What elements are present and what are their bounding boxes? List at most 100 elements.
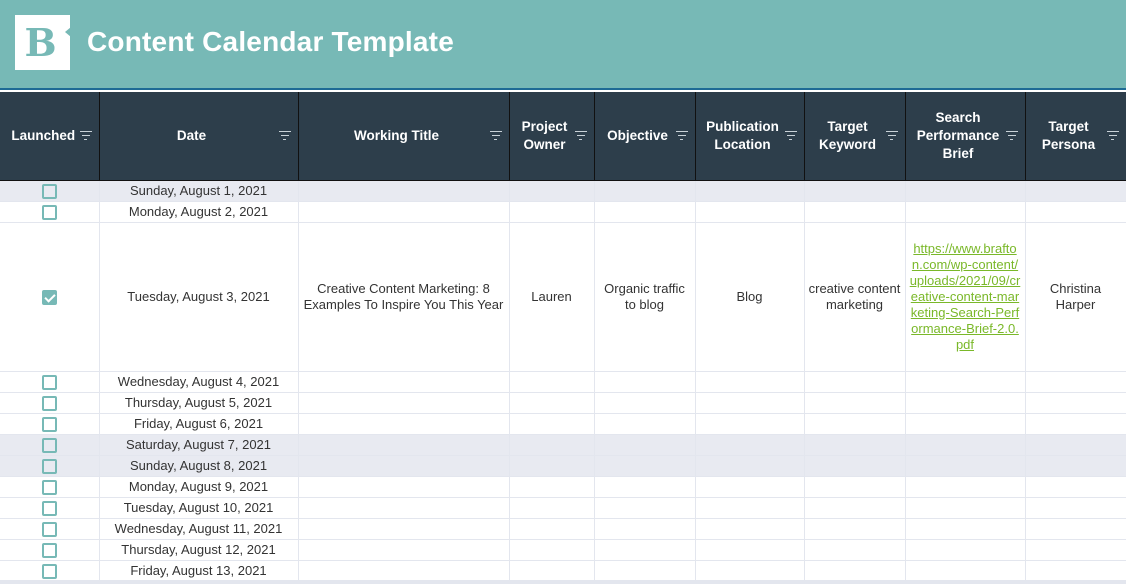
- date-cell[interactable]: Saturday, August 7, 2021: [99, 434, 299, 456]
- search-performance-brief-cell[interactable]: [905, 392, 1026, 414]
- working-title-cell[interactable]: [298, 497, 510, 519]
- publication-location-cell[interactable]: [695, 560, 805, 582]
- launched-checkbox-checked[interactable]: [41, 289, 57, 305]
- search-performance-brief-cell[interactable]: [905, 497, 1026, 519]
- target-keyword-cell[interactable]: [804, 476, 906, 498]
- target-keyword-cell[interactable]: [804, 497, 906, 519]
- launched-checkbox[interactable]: [41, 521, 57, 537]
- launched-checkbox[interactable]: [41, 183, 57, 199]
- target-persona-cell[interactable]: Christina Harper: [1025, 222, 1126, 372]
- date-cell[interactable]: Sunday, August 8, 2021: [99, 455, 299, 477]
- objective-cell[interactable]: [594, 434, 696, 456]
- search-performance-brief-link[interactable]: https://www.brafton.com/wp-content/uploa…: [910, 241, 1021, 352]
- publication-location-cell[interactable]: [695, 518, 805, 540]
- search-performance-brief-cell[interactable]: [905, 434, 1026, 456]
- objective-cell[interactable]: [594, 201, 696, 223]
- objective-cell[interactable]: [594, 476, 696, 498]
- search-performance-brief-cell[interactable]: [905, 476, 1026, 498]
- column-header-objective[interactable]: Objective: [594, 92, 696, 181]
- project-owner-cell[interactable]: [509, 539, 595, 561]
- objective-cell[interactable]: [594, 560, 696, 582]
- date-cell[interactable]: Wednesday, August 4, 2021: [99, 371, 299, 393]
- publication-location-cell[interactable]: [695, 392, 805, 414]
- objective-cell[interactable]: [594, 180, 696, 202]
- search-performance-brief-cell[interactable]: [905, 518, 1026, 540]
- launched-checkbox[interactable]: [41, 479, 57, 495]
- column-header-target-persona[interactable]: Target Persona: [1025, 92, 1126, 181]
- working-title-cell[interactable]: [298, 371, 510, 393]
- objective-cell[interactable]: [594, 539, 696, 561]
- publication-location-cell[interactable]: [695, 180, 805, 202]
- launched-checkbox[interactable]: [41, 374, 57, 390]
- target-keyword-cell[interactable]: [804, 455, 906, 477]
- target-keyword-cell[interactable]: [804, 413, 906, 435]
- launched-checkbox[interactable]: [41, 563, 57, 579]
- target-keyword-cell[interactable]: creative content marketing: [804, 222, 906, 372]
- project-owner-cell[interactable]: [509, 392, 595, 414]
- launched-checkbox[interactable]: [41, 458, 57, 474]
- objective-cell[interactable]: [594, 497, 696, 519]
- filter-icon[interactable]: [79, 130, 92, 140]
- launched-checkbox[interactable]: [41, 437, 57, 453]
- target-persona-cell[interactable]: [1025, 392, 1126, 414]
- objective-cell[interactable]: [594, 392, 696, 414]
- date-cell[interactable]: Tuesday, August 10, 2021: [99, 497, 299, 519]
- column-header-working-title[interactable]: Working Title: [298, 92, 510, 181]
- date-cell[interactable]: Sunday, August 1, 2021: [99, 180, 299, 202]
- target-keyword-cell[interactable]: [804, 371, 906, 393]
- objective-cell[interactable]: [594, 371, 696, 393]
- publication-location-cell[interactable]: [695, 201, 805, 223]
- project-owner-cell[interactable]: [509, 497, 595, 519]
- publication-location-cell[interactable]: [695, 455, 805, 477]
- target-persona-cell[interactable]: [1025, 434, 1126, 456]
- filter-icon[interactable]: [278, 130, 291, 140]
- publication-location-cell[interactable]: Blog: [695, 222, 805, 372]
- search-performance-brief-cell[interactable]: [905, 455, 1026, 477]
- publication-location-cell[interactable]: [695, 434, 805, 456]
- date-cell[interactable]: Thursday, August 12, 2021: [99, 539, 299, 561]
- target-keyword-cell[interactable]: [804, 560, 906, 582]
- target-keyword-cell[interactable]: [804, 539, 906, 561]
- working-title-cell[interactable]: [298, 518, 510, 540]
- date-cell[interactable]: Wednesday, August 11, 2021: [99, 518, 299, 540]
- target-keyword-cell[interactable]: [804, 201, 906, 223]
- project-owner-cell[interactable]: [509, 476, 595, 498]
- target-keyword-cell[interactable]: [804, 180, 906, 202]
- target-keyword-cell[interactable]: [804, 392, 906, 414]
- working-title-cell[interactable]: [298, 413, 510, 435]
- project-owner-cell[interactable]: [509, 434, 595, 456]
- search-performance-brief-cell[interactable]: [905, 560, 1026, 582]
- project-owner-cell[interactable]: [509, 518, 595, 540]
- working-title-cell[interactable]: [298, 392, 510, 414]
- target-persona-cell[interactable]: [1025, 476, 1126, 498]
- date-cell[interactable]: Monday, August 9, 2021: [99, 476, 299, 498]
- project-owner-cell[interactable]: [509, 201, 595, 223]
- target-persona-cell[interactable]: [1025, 413, 1126, 435]
- working-title-cell[interactable]: [298, 560, 510, 582]
- working-title-cell[interactable]: [298, 476, 510, 498]
- working-title-cell[interactable]: [298, 539, 510, 561]
- project-owner-cell[interactable]: [509, 413, 595, 435]
- column-header-target-keyword[interactable]: Target Keyword: [804, 92, 906, 181]
- working-title-cell[interactable]: [298, 455, 510, 477]
- column-header-search-performance-brief[interactable]: Search Performance Brief: [905, 92, 1026, 181]
- publication-location-cell[interactable]: [695, 476, 805, 498]
- target-persona-cell[interactable]: [1025, 560, 1126, 582]
- working-title-cell[interactable]: [298, 201, 510, 223]
- target-persona-cell[interactable]: [1025, 180, 1126, 202]
- launched-checkbox[interactable]: [41, 500, 57, 516]
- publication-location-cell[interactable]: [695, 371, 805, 393]
- filter-icon[interactable]: [1005, 130, 1018, 140]
- filter-icon[interactable]: [489, 130, 502, 140]
- objective-cell[interactable]: [594, 413, 696, 435]
- objective-cell[interactable]: [594, 518, 696, 540]
- target-keyword-cell[interactable]: [804, 434, 906, 456]
- launched-checkbox[interactable]: [41, 395, 57, 411]
- date-cell[interactable]: Tuesday, August 3, 2021: [99, 222, 299, 372]
- target-persona-cell[interactable]: [1025, 497, 1126, 519]
- working-title-cell[interactable]: [298, 180, 510, 202]
- date-cell[interactable]: Monday, August 2, 2021: [99, 201, 299, 223]
- project-owner-cell[interactable]: Lauren: [509, 222, 595, 372]
- project-owner-cell[interactable]: [509, 180, 595, 202]
- search-performance-brief-cell[interactable]: [905, 539, 1026, 561]
